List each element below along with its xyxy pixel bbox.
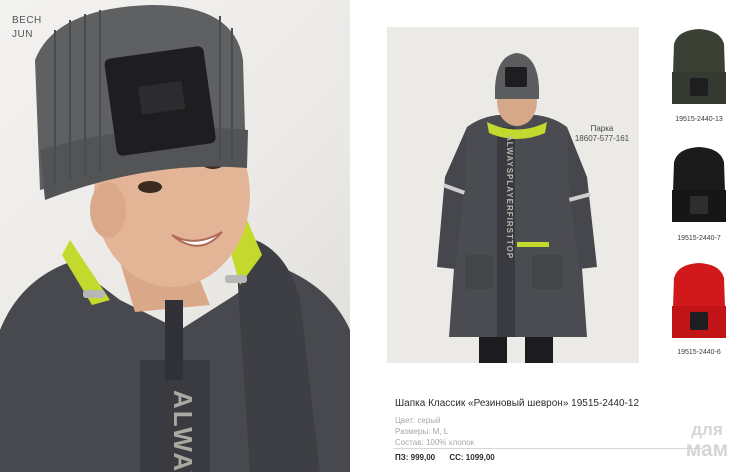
- swatch-code-black: 19515-2440-7: [677, 235, 721, 242]
- watermark: для мам: [672, 420, 742, 464]
- parka-code: 18607-577-161: [574, 134, 630, 143]
- parka-label: Парка: [590, 124, 614, 133]
- swatch-hat-khaki[interactable]: [662, 26, 736, 110]
- swatch-hat-black[interactable]: [662, 144, 736, 228]
- beanie-black-icon: [672, 147, 726, 222]
- product-composition: Состав: 100% хлопок: [395, 438, 475, 447]
- product-title: Шапка Классик «Резиновый шеврон» 19515-2…: [395, 398, 640, 409]
- product-color: Цвет: серый: [395, 416, 441, 425]
- swatch-hat-red[interactable]: [662, 260, 736, 344]
- hero-brand-label: BECH JUN: [12, 14, 42, 42]
- hero-photo: BECH JUN ALWAY: [0, 0, 350, 472]
- swatch-code-red: 19515-2440-6: [677, 349, 721, 356]
- product-photo: ALWAYSPLAYERFIRSTTOP: [387, 27, 639, 363]
- hero-brand-line2: JUN: [12, 29, 33, 40]
- hero-jacket-print: ALWAY: [168, 390, 198, 472]
- price-pz: ПЗ: 999,00: [395, 453, 436, 462]
- product-info: Шапка Классик «Резиновый шеврон» 19515-2…: [395, 398, 695, 448]
- price-ss: СС: 1099,00: [449, 453, 495, 462]
- watermark-line2: мам: [685, 438, 729, 461]
- parka-callout: Парка 18607-577-161: [572, 124, 632, 144]
- product-sizes: Размеры: M, L: [395, 427, 449, 436]
- beanie-khaki-icon: [672, 29, 726, 104]
- parka-jacket-print: ALWAYSPLAYERFIRSTTOP: [505, 135, 514, 260]
- price-row: ПЗ: 999,00 СС: 1099,00: [395, 453, 495, 462]
- price-divider: [393, 448, 703, 449]
- swatch-code-khaki: 19515-2440-13: [675, 116, 723, 123]
- watermark-line1: для: [691, 420, 723, 439]
- hero-brand-line1: BECH: [12, 15, 42, 26]
- beanie-red-icon: [672, 263, 726, 338]
